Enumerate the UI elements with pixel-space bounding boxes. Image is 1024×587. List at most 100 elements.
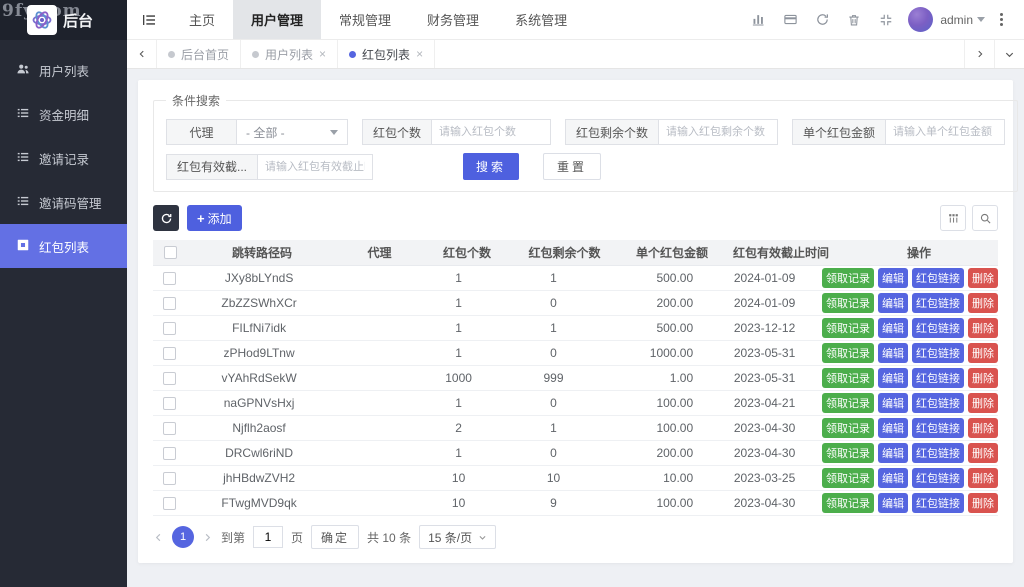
search-button[interactable]: 搜索 xyxy=(463,153,519,180)
cell-remain: 999 xyxy=(502,366,604,390)
edit-button[interactable]: 编辑 xyxy=(878,293,908,313)
table-search-button[interactable] xyxy=(972,205,998,231)
topnav-item-finance-mgmt[interactable]: 财务管理 xyxy=(409,0,497,39)
packet-link-button[interactable]: 红包链接 xyxy=(912,268,964,288)
row-checkbox[interactable] xyxy=(163,347,176,360)
packet-link-button[interactable]: 红包链接 xyxy=(912,368,964,388)
edit-button[interactable]: 编辑 xyxy=(878,368,908,388)
tabs-scroll-left-button[interactable] xyxy=(127,40,157,68)
packet-remain-input[interactable] xyxy=(658,119,778,145)
row-checkbox[interactable] xyxy=(163,497,176,510)
tabs-scroll-right-button[interactable] xyxy=(964,40,994,68)
topnav-item-general-mgmt[interactable]: 常规管理 xyxy=(321,0,409,39)
edit-button[interactable]: 编辑 xyxy=(878,493,908,513)
delete-button[interactable]: 删除 xyxy=(968,368,998,388)
tab-user-list[interactable]: 用户列表 xyxy=(241,40,338,68)
add-button[interactable]: 添加 xyxy=(187,205,242,231)
main-area: 主页 用户管理 常规管理 财务管理 系统管理 xyxy=(127,0,1024,587)
sidebar-item-invite-codes[interactable]: 邀请码管理 xyxy=(0,180,127,224)
topnav-item-system-mgmt[interactable]: 系统管理 xyxy=(497,0,585,39)
packet-link-button[interactable]: 红包链接 xyxy=(912,468,964,488)
chart-icon[interactable] xyxy=(742,12,774,27)
chevron-right-icon xyxy=(202,532,213,543)
compress-icon[interactable] xyxy=(870,13,902,27)
edit-button[interactable]: 编辑 xyxy=(878,393,908,413)
close-icon[interactable] xyxy=(416,48,423,60)
sidebar-collapse-button[interactable] xyxy=(127,0,171,39)
claim-records-button[interactable]: 领取记录 xyxy=(822,393,874,413)
row-checkbox[interactable] xyxy=(163,447,176,460)
delete-button[interactable]: 删除 xyxy=(968,493,998,513)
delete-button[interactable]: 删除 xyxy=(968,468,998,488)
next-page-button[interactable] xyxy=(202,532,213,543)
card-icon[interactable] xyxy=(774,12,806,27)
packet-link-button[interactable]: 红包链接 xyxy=(912,418,964,438)
row-checkbox[interactable] xyxy=(163,297,176,310)
edit-button[interactable]: 编辑 xyxy=(878,268,908,288)
row-checkbox[interactable] xyxy=(163,397,176,410)
reset-button[interactable]: 重置 xyxy=(543,153,601,180)
packet-link-button[interactable]: 红包链接 xyxy=(912,343,964,363)
row-checkbox[interactable] xyxy=(163,422,176,435)
kebab-menu-icon[interactable] xyxy=(988,18,1014,21)
agent-select[interactable]: - 全部 - xyxy=(236,119,348,145)
packet-count-input[interactable] xyxy=(431,119,551,145)
user-menu[interactable]: admin xyxy=(940,13,985,27)
delete-button[interactable]: 删除 xyxy=(968,293,998,313)
prev-page-button[interactable] xyxy=(153,532,164,543)
packet-link-button[interactable]: 红包链接 xyxy=(912,443,964,463)
packet-amount-input[interactable] xyxy=(885,119,1005,145)
delete-button[interactable]: 删除 xyxy=(968,343,998,363)
goto-confirm-button[interactable]: 确定 xyxy=(311,525,359,549)
row-checkbox[interactable] xyxy=(163,472,176,485)
tabs-menu-button[interactable] xyxy=(994,40,1024,68)
claim-records-button[interactable]: 领取记录 xyxy=(822,268,874,288)
filter-packet-count: 红包个数 xyxy=(362,119,551,145)
packet-link-button[interactable]: 红包链接 xyxy=(912,493,964,513)
delete-button[interactable]: 删除 xyxy=(968,318,998,338)
row-checkbox[interactable] xyxy=(163,272,176,285)
edit-button[interactable]: 编辑 xyxy=(878,418,908,438)
avatar[interactable] xyxy=(908,7,933,32)
edit-button[interactable]: 编辑 xyxy=(878,443,908,463)
edit-button[interactable]: 编辑 xyxy=(878,468,908,488)
refresh-button[interactable] xyxy=(153,205,179,231)
per-page-select[interactable]: 15 条/页 xyxy=(419,525,496,549)
claim-records-button[interactable]: 领取记录 xyxy=(822,443,874,463)
tab-admin-home[interactable]: 后台首页 xyxy=(157,40,241,68)
packet-link-button[interactable]: 红包链接 xyxy=(912,318,964,338)
topnav-item-user-mgmt[interactable]: 用户管理 xyxy=(233,0,321,39)
current-page-button[interactable]: 1 xyxy=(172,526,194,548)
claim-records-button[interactable]: 领取记录 xyxy=(822,493,874,513)
refresh-icon[interactable] xyxy=(806,12,838,27)
claim-records-button[interactable]: 领取记录 xyxy=(822,293,874,313)
delete-button[interactable]: 删除 xyxy=(968,443,998,463)
deadline-input[interactable] xyxy=(257,154,373,180)
columns-toggle-button[interactable] xyxy=(940,205,966,231)
cell-amount: 100.00 xyxy=(605,491,708,515)
select-all-checkbox[interactable] xyxy=(164,246,177,259)
claim-records-button[interactable]: 领取记录 xyxy=(822,343,874,363)
claim-records-button[interactable]: 领取记录 xyxy=(822,368,874,388)
sidebar-item-red-packet-list[interactable]: 红包列表 xyxy=(0,224,127,268)
row-checkbox[interactable] xyxy=(163,372,176,385)
sidebar-item-invite-records[interactable]: 邀请记录 xyxy=(0,136,127,180)
trash-icon[interactable] xyxy=(838,13,870,27)
delete-button[interactable]: 删除 xyxy=(968,268,998,288)
claim-records-button[interactable]: 领取记录 xyxy=(822,318,874,338)
packet-link-button[interactable]: 红包链接 xyxy=(912,293,964,313)
goto-page-input[interactable] xyxy=(253,526,283,548)
claim-records-button[interactable]: 领取记录 xyxy=(822,468,874,488)
delete-button[interactable]: 删除 xyxy=(968,393,998,413)
sidebar-item-fund-details[interactable]: 资金明细 xyxy=(0,92,127,136)
edit-button[interactable]: 编辑 xyxy=(878,343,908,363)
packet-link-button[interactable]: 红包链接 xyxy=(912,393,964,413)
close-icon[interactable] xyxy=(319,48,326,60)
tab-red-packet-list[interactable]: 红包列表 xyxy=(338,40,435,68)
topnav-item-home[interactable]: 主页 xyxy=(171,0,233,39)
edit-button[interactable]: 编辑 xyxy=(878,318,908,338)
sidebar-item-user-list[interactable]: 用户列表 xyxy=(0,48,127,92)
row-checkbox[interactable] xyxy=(163,322,176,335)
claim-records-button[interactable]: 领取记录 xyxy=(822,418,874,438)
delete-button[interactable]: 删除 xyxy=(968,418,998,438)
